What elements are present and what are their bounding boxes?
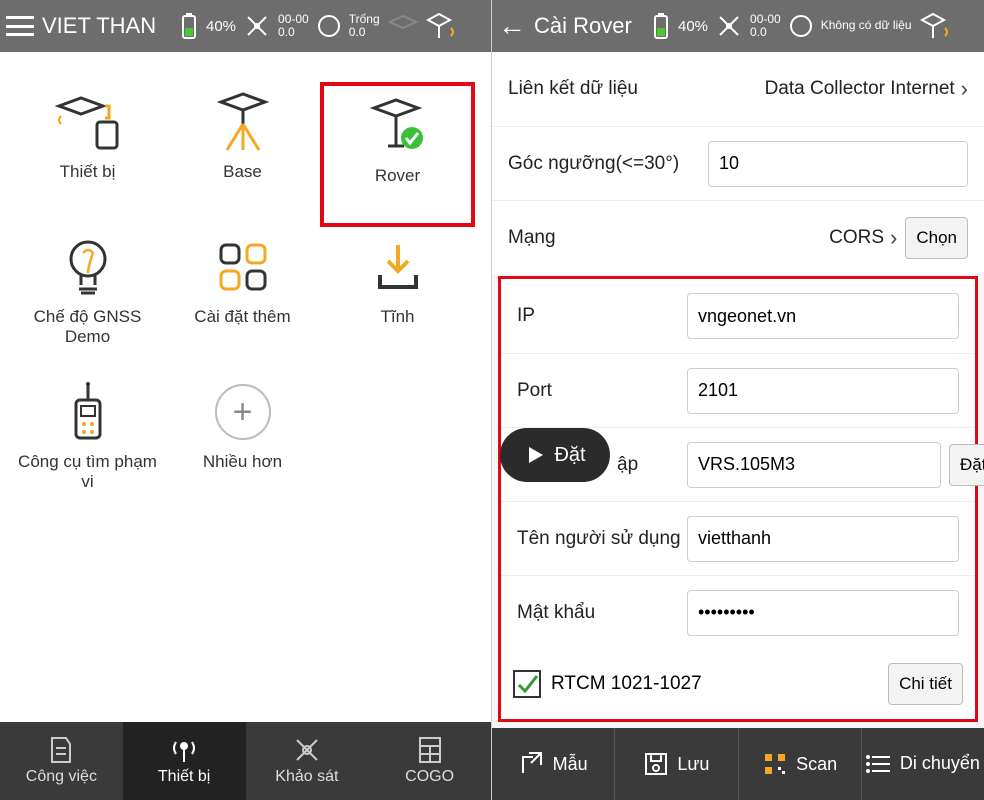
- btn-save[interactable]: Lưu: [614, 728, 737, 800]
- rover-icon: [366, 94, 430, 158]
- row-rtcm: RTCM 1021-1027 Chi tiết: [501, 649, 975, 719]
- play-icon: [524, 444, 546, 466]
- tile-more-settings[interactable]: Cài đặt thêm: [165, 227, 320, 372]
- tile-device[interactable]: Thiết bị: [10, 82, 165, 227]
- tile-gnss-demo[interactable]: Chế độ GNSS Demo: [10, 227, 165, 372]
- tile-base[interactable]: Base: [165, 82, 320, 227]
- rover-settings-screen: ← Cài Rover 40% 00-000.0 Không có dữ liệ…: [492, 0, 984, 800]
- statusbar-right: ← Cài Rover 40% 00-000.0 Không có dữ liệ…: [492, 0, 984, 52]
- row-ip: IP: [501, 279, 975, 353]
- tile-static[interactable]: Tĩnh: [320, 227, 475, 372]
- row-username: Tên người sử dụng: [501, 501, 975, 575]
- battery-pct: 40%: [206, 18, 236, 35]
- row-port: Port: [501, 353, 975, 427]
- username-input[interactable]: [687, 516, 959, 562]
- mountpoint-input[interactable]: [687, 442, 941, 488]
- choose-button[interactable]: Chọn: [905, 217, 968, 259]
- back-icon[interactable]: ←: [498, 10, 526, 42]
- ip-input[interactable]: [687, 293, 959, 339]
- qr-icon: [762, 751, 788, 777]
- status-circle-icon: [317, 14, 341, 38]
- row-elevation: Góc ngưỡng(<=30°): [492, 126, 984, 200]
- device-icon: [53, 92, 123, 152]
- satellite-icon: [244, 13, 270, 39]
- download-icon: [374, 241, 422, 293]
- project-title: VIET THAN: [42, 13, 172, 39]
- detail-button[interactable]: Chi tiết: [888, 663, 963, 705]
- satellite-values: 00-000.0: [750, 13, 781, 39]
- btn-move[interactable]: Di chuyển: [861, 728, 984, 800]
- tile-range-finder[interactable]: Công cụ tìm phạm vi: [10, 372, 165, 517]
- document-icon: [48, 736, 74, 764]
- chevron-right-icon: ›: [890, 225, 897, 251]
- row-network: Mạng CORS › Chọn: [492, 200, 984, 274]
- row-password: Mật khẩu: [501, 575, 975, 649]
- set-button[interactable]: Đặt: [949, 444, 984, 486]
- tile-more[interactable]: + Nhiều hơn: [165, 372, 320, 517]
- bottom-bar-right: Mẫu Lưu Scan Di chuyển: [492, 728, 984, 800]
- list-icon: [866, 753, 892, 775]
- network-value[interactable]: CORS: [829, 227, 884, 249]
- satellite-values: 00-000.0: [278, 13, 309, 39]
- nav-survey[interactable]: Khảo sát: [246, 722, 369, 800]
- nav-cogo[interactable]: COGO: [368, 722, 491, 800]
- menu-icon[interactable]: [6, 16, 34, 36]
- device-screen: VIET THAN 40% 00-000.0 Trống0.0 Thiết bị…: [0, 0, 492, 800]
- status-circle-values: Không có dữ liệu: [821, 19, 912, 32]
- antenna-icon: [170, 736, 198, 764]
- satellite-icon: [716, 13, 742, 39]
- nav-project[interactable]: Công việc: [0, 722, 123, 800]
- bottom-nav-left: Công việc Thiết bị Khảo sát COGO: [0, 722, 491, 800]
- battery-icon: [180, 12, 198, 40]
- screen-title: Cài Rover: [534, 13, 644, 39]
- plus-icon: +: [215, 384, 271, 440]
- battery-icon: [652, 12, 670, 40]
- survey-icon: [293, 736, 321, 764]
- elevation-input[interactable]: [708, 141, 968, 187]
- btn-scan[interactable]: Scan: [738, 728, 861, 800]
- tile-grid: Thiết bị Base Rover Chế độ GNSS Demo Cài…: [0, 52, 491, 722]
- rtcm-checkbox[interactable]: [513, 670, 541, 698]
- password-input[interactable]: [687, 590, 959, 636]
- receiver-signal-icon: [920, 12, 950, 40]
- battery-pct: 40%: [678, 18, 708, 35]
- grid-icon: [217, 241, 269, 293]
- chevron-right-icon: ›: [961, 76, 968, 102]
- save-icon: [643, 751, 669, 777]
- base-icon: [213, 90, 273, 154]
- btn-template[interactable]: Mẫu: [492, 728, 614, 800]
- nav-device[interactable]: Thiết bị: [123, 722, 246, 800]
- status-circle-values: Trống0.0: [349, 13, 380, 39]
- form-area: Liên kết dữ liệu Data Collector Internet…: [492, 52, 984, 728]
- tile-rover[interactable]: Rover: [320, 82, 475, 227]
- highlighted-network-box: IP Port ập Đặt Tên người sử dụng Mật khẩ…: [498, 276, 978, 722]
- radio-icon: [66, 382, 110, 442]
- check-icon: [515, 672, 539, 696]
- receiver-signal-icon: [426, 12, 456, 40]
- statusbar-left: VIET THAN 40% 00-000.0 Trống0.0: [0, 0, 491, 52]
- port-input[interactable]: [687, 368, 959, 414]
- fab-set[interactable]: Đặt: [500, 428, 610, 482]
- calculator-icon: [418, 736, 442, 764]
- bulb-icon: [65, 237, 111, 297]
- receiver-dim-icon: [388, 14, 418, 38]
- row-datalink[interactable]: Liên kết dữ liệu Data Collector Internet…: [492, 52, 984, 126]
- status-circle-icon: [789, 14, 813, 38]
- export-icon: [519, 751, 545, 777]
